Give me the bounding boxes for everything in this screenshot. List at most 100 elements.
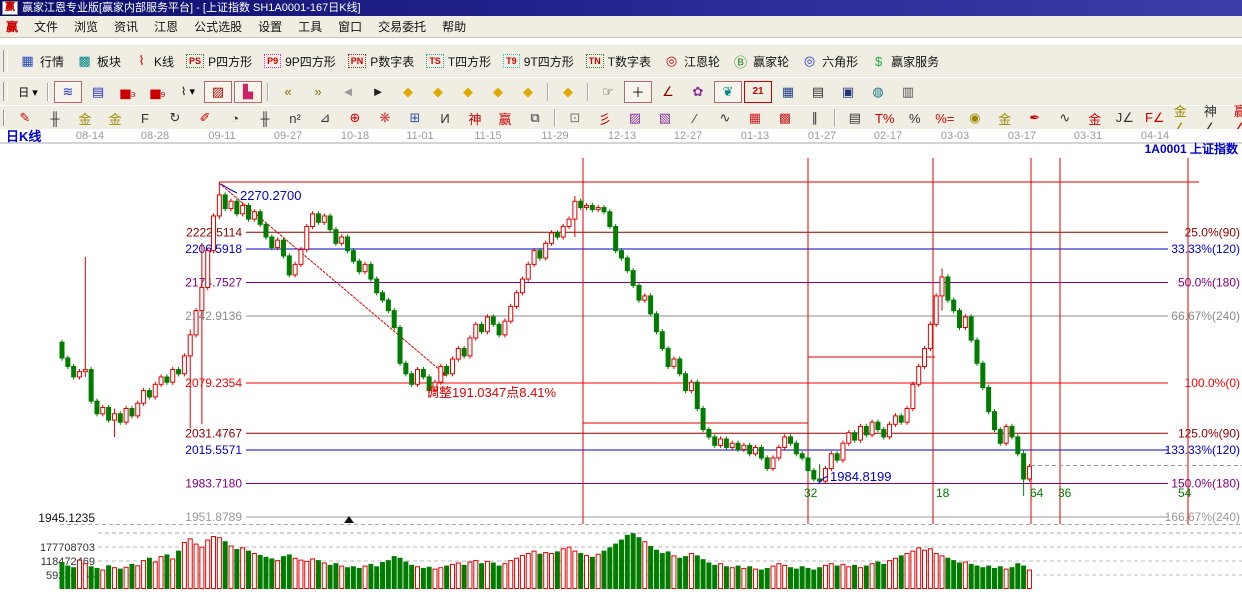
candle-body[interactable] xyxy=(129,408,135,417)
candle-body[interactable] xyxy=(758,446,764,459)
candle-body[interactable] xyxy=(793,442,799,455)
comb-grid-icon[interactable]: ╫ xyxy=(41,107,69,129)
candle-body[interactable] xyxy=(869,421,875,436)
candle-body[interactable] xyxy=(554,232,560,238)
candle-body[interactable] xyxy=(100,406,106,415)
box-fan-icon[interactable]: ▨ xyxy=(621,107,649,129)
candle-body[interactable] xyxy=(753,446,759,455)
candle-body[interactable] xyxy=(729,442,735,448)
j-angle-icon[interactable]: J∠ xyxy=(1111,107,1139,129)
candle-body[interactable] xyxy=(403,362,409,375)
period-day-selector[interactable]: 日 ▾ xyxy=(14,81,42,103)
candle-body[interactable] xyxy=(764,457,770,469)
candle-body[interactable] xyxy=(723,438,729,448)
n2-icon[interactable]: n² xyxy=(281,107,309,129)
candle-body[interactable] xyxy=(415,369,421,385)
candle-body[interactable] xyxy=(461,348,467,357)
candle-body[interactable] xyxy=(187,334,193,357)
candle-body[interactable] xyxy=(345,236,351,252)
candle-body[interactable] xyxy=(292,263,298,276)
candle-body[interactable] xyxy=(76,371,82,378)
candle-body[interactable] xyxy=(245,204,251,220)
candle-body[interactable] xyxy=(106,406,112,421)
toolbar-grip[interactable] xyxy=(3,109,5,127)
candle-body[interactable] xyxy=(228,200,234,210)
candle-body[interactable] xyxy=(1003,425,1009,444)
candle-body[interactable] xyxy=(438,365,444,383)
candle-body[interactable] xyxy=(141,390,147,404)
candle-body[interactable] xyxy=(968,316,974,341)
candle-body[interactable] xyxy=(1015,436,1021,455)
candle-body[interactable] xyxy=(374,278,380,294)
candle-body[interactable] xyxy=(636,284,642,301)
candle-body[interactable] xyxy=(82,369,88,373)
candle-body[interactable] xyxy=(275,239,281,249)
candle-body[interactable] xyxy=(484,316,490,333)
square-web-icon[interactable]: ⊞ xyxy=(401,107,429,129)
candle-body[interactable] xyxy=(898,415,904,423)
three-lines-icon[interactable]: ∥ xyxy=(801,107,829,129)
feature-gann-wheel-button[interactable]: ◎ 江恩轮 xyxy=(657,51,726,72)
angle-measure-icon[interactable]: ∠ xyxy=(654,81,682,103)
zigzag-icon[interactable]: ∿ xyxy=(711,107,739,129)
calendar-icon[interactable]: 21 xyxy=(744,80,772,103)
candle-body[interactable] xyxy=(350,250,356,262)
candle-body[interactable] xyxy=(572,200,578,220)
candle-body[interactable] xyxy=(59,341,65,359)
candle-style-selector[interactable]: ⌇ ▾ xyxy=(174,81,202,103)
win-angle-icon[interactable]: 赢∠ xyxy=(1231,104,1242,135)
win-grid-icon[interactable]: 赢 xyxy=(491,107,519,129)
candle-body[interactable] xyxy=(735,442,741,451)
profile-histogram-icon[interactable]: ▙ xyxy=(234,80,262,103)
candle-body[interactable] xyxy=(922,348,928,367)
candle-body[interactable] xyxy=(368,263,374,280)
gold-grid2-icon[interactable]: 金 xyxy=(101,107,129,129)
crosshair-tool-icon[interactable]: ＋ xyxy=(624,80,652,103)
feature-hexagon-button[interactable]: ◎ 六角形 xyxy=(795,51,864,72)
feature-kline-button[interactable]: ⌇ K线 xyxy=(127,51,180,72)
candle-body[interactable] xyxy=(991,411,997,431)
candle-body[interactable] xyxy=(280,239,286,257)
pan-diamond-icon[interactable]: ◆ xyxy=(554,81,582,103)
candle-body[interactable] xyxy=(933,295,939,325)
candle-body[interactable] xyxy=(158,376,164,385)
candle-body[interactable] xyxy=(653,313,659,333)
candle-body[interactable] xyxy=(298,249,304,265)
candle-body[interactable] xyxy=(1009,425,1015,438)
candle-body[interactable] xyxy=(892,415,898,425)
candle-body[interactable] xyxy=(910,383,916,410)
candle-body[interactable] xyxy=(444,365,450,375)
candle-body[interactable] xyxy=(94,400,100,415)
candle-body[interactable] xyxy=(560,225,566,238)
candle-body[interactable] xyxy=(409,373,415,385)
candle-body[interactable] xyxy=(857,425,863,441)
nav-first-button[interactable]: « xyxy=(274,81,302,103)
candle-body[interactable] xyxy=(834,453,840,461)
candle-body[interactable] xyxy=(828,453,834,469)
candle-body[interactable] xyxy=(840,442,846,461)
candle-body[interactable] xyxy=(613,225,619,252)
candle-body[interactable] xyxy=(887,423,893,438)
save-icon[interactable]: ▣ xyxy=(834,81,862,103)
kline-chart[interactable]: 日K线 08-14 08-28 09-11 09-27 10-18 11-01 11-15 11… xyxy=(0,129,1242,590)
candle-body[interactable] xyxy=(980,362,986,388)
shen-angle-icon[interactable]: 神∠ xyxy=(1201,104,1229,135)
candle-body[interactable] xyxy=(543,242,549,259)
notes-icon[interactable]: ▤ xyxy=(804,81,832,103)
draw-pen-icon[interactable]: ✎ xyxy=(11,107,39,129)
candle-body[interactable] xyxy=(385,299,391,312)
nav-prev-button[interactable]: ◄ xyxy=(334,81,362,103)
candle-body[interactable] xyxy=(683,373,689,392)
bars-9-icon[interactable]: ▅₉ xyxy=(144,81,172,103)
candle-body[interactable] xyxy=(315,213,321,223)
menu-item-3[interactable]: 江恩 xyxy=(146,16,186,37)
gold-grid-icon[interactable]: 金 xyxy=(71,107,99,129)
flag-pen-icon[interactable]: ✐ xyxy=(191,107,219,129)
system-icon[interactable]: ▥ xyxy=(894,81,922,103)
candle-body[interactable] xyxy=(152,383,158,398)
k-note-icon[interactable]: И xyxy=(431,107,459,129)
menu-item-8[interactable]: 交易委托 xyxy=(370,16,434,37)
menu-item-5[interactable]: 设置 xyxy=(250,16,290,37)
candle-body[interactable] xyxy=(770,457,776,469)
percent-line-icon[interactable]: %= xyxy=(931,107,959,129)
